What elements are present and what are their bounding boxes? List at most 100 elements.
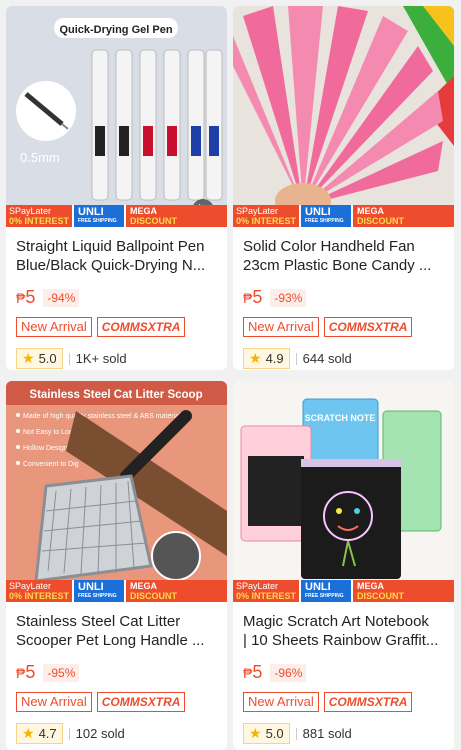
discount-badge: -96% xyxy=(270,663,307,682)
currency-symbol: ₱ xyxy=(16,665,26,681)
rating-value: 5.0 xyxy=(38,351,57,366)
product-image[interactable]: Stainless Steel Cat Litter Scoop Made of… xyxy=(6,381,227,602)
interest-label: 0% INTEREST xyxy=(9,216,70,226)
new-arrival-tag: New Arrival xyxy=(243,317,319,337)
discount-badge: -95% xyxy=(43,663,80,682)
mega-label: MEGA xyxy=(130,206,157,216)
product-image[interactable]: SPayLater 0% INTEREST UNLI FREE SHIPPING M… xyxy=(233,6,454,227)
discount-badge: -94% xyxy=(43,288,80,307)
free-shipping-label: FREE SHIPPING xyxy=(305,218,344,224)
interest-label: 0% INTEREST xyxy=(236,591,297,601)
image-bullet: Hollow Design xyxy=(23,445,68,452)
product-title[interactable]: Magic Scratch Art Notebook | 10 Sheets R… xyxy=(243,612,444,650)
star-icon: ★ xyxy=(249,725,262,741)
promo-strip: SPayLater 0% INTEREST UNLI FREE SHIPPING M… xyxy=(233,205,454,227)
rating-value: 4.9 xyxy=(265,351,284,366)
product-card[interactable]: Quick-Drying Gel Pen 0.5mm SPayLater 0% … xyxy=(6,6,227,370)
free-shipping-label: FREE SHIPPING xyxy=(78,593,117,599)
product-price: ₱5 xyxy=(16,287,35,308)
fan-product-photo xyxy=(233,6,454,227)
rating-badge: ★ 4.9 xyxy=(243,348,290,369)
title-line-2: Blue/Black Quick-Drying N... xyxy=(16,257,206,274)
new-arrival-tag: New Arrival xyxy=(243,692,319,712)
commsxtra-tag: COMMSXTRA xyxy=(323,317,413,337)
price-value: 5 xyxy=(252,287,263,307)
mega-label: MEGA xyxy=(357,581,384,591)
promo-strip: SPayLater 0% INTEREST UNLI FREE SHIPPING M… xyxy=(6,205,227,227)
product-card[interactable]: Stainless Steel Cat Litter Scoop Made of… xyxy=(6,381,227,750)
product-price: ₱5 xyxy=(243,287,262,308)
image-title: SCRATCH NOTE xyxy=(305,413,376,423)
rating-badge: ★ 5.0 xyxy=(243,723,290,744)
free-shipping-label: FREE SHIPPING xyxy=(78,218,117,224)
unli-label: UNLI xyxy=(305,581,331,593)
image-title: Quick-Drying Gel Pen xyxy=(59,24,172,36)
divider xyxy=(295,352,297,365)
rating-value: 4.7 xyxy=(38,726,57,741)
currency-symbol: ₱ xyxy=(16,290,26,306)
spaylater-label: SPayLater xyxy=(236,581,279,591)
pen-size-label: 0.5mm xyxy=(20,150,60,165)
new-arrival-tag: New Arrival xyxy=(16,317,92,337)
product-image[interactable]: SCRATCH NOTE SPayLater 0% INTEREST UNLI FR… xyxy=(233,381,454,602)
divider xyxy=(295,727,297,740)
title-line-2: | 10 Sheets Rainbow Graffit... xyxy=(243,632,439,649)
discount-label: DISCOUNT xyxy=(357,591,404,601)
spaylater-label: SPayLater xyxy=(236,206,279,216)
image-title: Stainless Steel Cat Litter Scoop xyxy=(29,389,202,401)
product-title[interactable]: Stainless Steel Cat Litter Scooper Pet L… xyxy=(16,612,217,650)
mega-label: MEGA xyxy=(357,206,384,216)
commsxtra-tag: COMMSXTRA xyxy=(323,692,413,712)
sold-count: 1K+ sold xyxy=(75,351,127,366)
sold-count: 881 sold xyxy=(302,726,352,741)
title-line-1: Stainless Steel Cat Litter xyxy=(16,613,181,630)
currency-symbol: ₱ xyxy=(243,665,253,681)
product-title[interactable]: Straight Liquid Ballpoint Pen Blue/Black… xyxy=(16,237,217,275)
image-bullet: Convenient to Dig xyxy=(23,461,79,468)
divider xyxy=(68,727,70,740)
price-value: 5 xyxy=(252,662,263,682)
title-line-1: Solid Color Handheld Fan xyxy=(243,238,415,255)
title-line-1: Magic Scratch Art Notebook xyxy=(243,613,429,630)
mega-label: MEGA xyxy=(130,581,157,591)
spaylater-label: SPayLater xyxy=(9,581,52,591)
product-card[interactable]: SCRATCH NOTE SPayLater 0% INTEREST UNLI FR… xyxy=(233,381,454,750)
discount-badge: -93% xyxy=(270,288,307,307)
interest-label: 0% INTEREST xyxy=(9,591,70,601)
interest-label: 0% INTEREST xyxy=(236,216,297,226)
star-icon: ★ xyxy=(22,725,35,741)
commsxtra-tag: COMMSXTRA xyxy=(96,692,186,712)
title-line-1: Straight Liquid Ballpoint Pen xyxy=(16,238,205,255)
star-icon: ★ xyxy=(249,350,262,366)
product-price: ₱5 xyxy=(16,662,35,683)
product-image[interactable]: Quick-Drying Gel Pen 0.5mm SPayLater 0% … xyxy=(6,6,227,227)
notebook-product-photo: SCRATCH NOTE xyxy=(233,381,454,602)
scoop-product-photo: Stainless Steel Cat Litter Scoop Made of… xyxy=(6,381,227,602)
spaylater-label: SPayLater xyxy=(9,206,52,216)
product-price: ₱5 xyxy=(243,662,262,683)
commsxtra-tag: COMMSXTRA xyxy=(96,317,186,337)
title-line-2: Scooper Pet Long Handle ... xyxy=(16,632,205,649)
star-icon: ★ xyxy=(22,350,35,366)
promo-strip: SPayLater 0% INTEREST UNLI FREE SHIPPING M… xyxy=(233,580,454,602)
price-value: 5 xyxy=(25,287,36,307)
unli-label: UNLI xyxy=(78,581,104,593)
pen-product-photo: Quick-Drying Gel Pen 0.5mm xyxy=(6,6,227,227)
sold-count: 102 sold xyxy=(75,726,125,741)
product-card[interactable]: SPayLater 0% INTEREST UNLI FREE SHIPPING M… xyxy=(233,6,454,370)
free-shipping-label: FREE SHIPPING xyxy=(305,593,344,599)
unli-label: UNLI xyxy=(305,206,331,218)
promo-strip: SPayLater 0% INTEREST UNLI FREE SHIPPING M… xyxy=(6,580,227,602)
discount-label: DISCOUNT xyxy=(130,216,177,226)
title-line-2: 23cm Plastic Bone Candy ... xyxy=(243,257,432,274)
rating-badge: ★ 4.7 xyxy=(16,723,63,744)
currency-symbol: ₱ xyxy=(243,290,253,306)
unli-label: UNLI xyxy=(78,206,104,218)
price-value: 5 xyxy=(25,662,36,682)
divider xyxy=(68,352,70,365)
discount-label: DISCOUNT xyxy=(357,216,404,226)
product-title[interactable]: Solid Color Handheld Fan 23cm Plastic Bo… xyxy=(243,237,444,275)
rating-badge: ★ 5.0 xyxy=(16,348,63,369)
image-bullet: Made of high quality stainless steel & A… xyxy=(23,413,181,420)
discount-label: DISCOUNT xyxy=(130,591,177,601)
